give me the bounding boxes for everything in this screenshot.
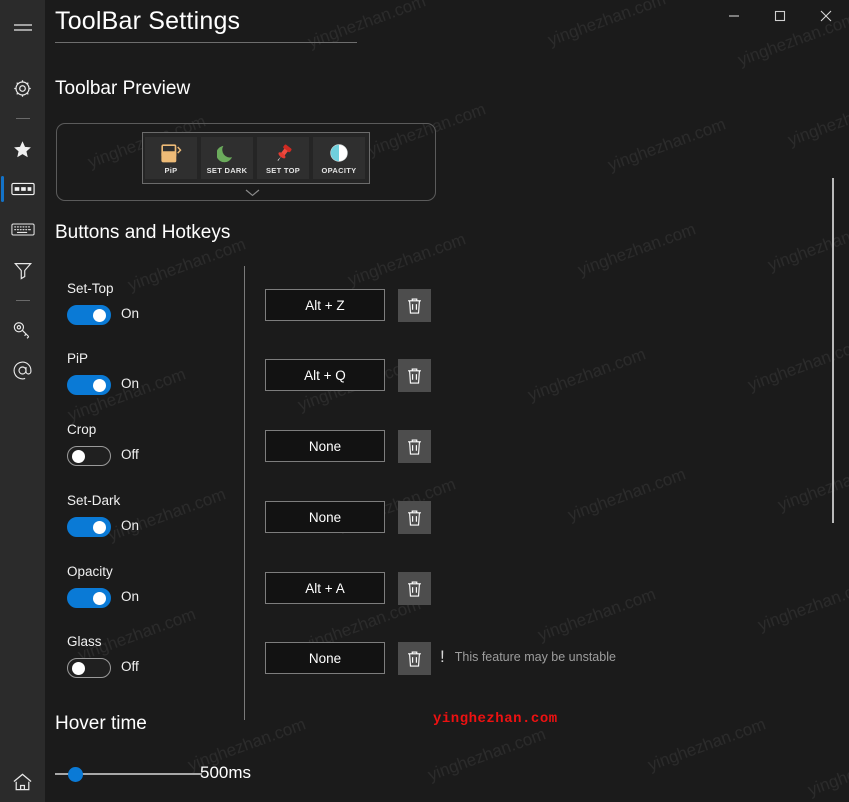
toggle-knob	[93, 309, 106, 322]
toggle-knob	[93, 379, 106, 392]
minimize-icon[interactable]	[711, 0, 757, 32]
sidebar-item-toolbar[interactable]	[0, 169, 45, 209]
hotkey-toggle[interactable]	[67, 517, 111, 537]
hotkey-button[interactable]: Alt + A	[265, 572, 385, 604]
watermark: yinghezhan.com	[805, 739, 849, 800]
preview-heading: Toolbar Preview	[55, 78, 191, 99]
hotkey-row-label: PiP	[67, 351, 89, 366]
warning-icon: !	[440, 647, 445, 666]
page-title: ToolBar Settings	[55, 7, 241, 35]
preview-button-label: SET TOP	[265, 166, 301, 175]
title-bar: ToolBar Settings	[45, 0, 849, 44]
filter-icon[interactable]	[0, 250, 45, 290]
hover-time-value: 500ms	[200, 763, 252, 782]
window-controls	[711, 0, 849, 32]
toggle-knob	[93, 592, 106, 605]
preview-button-set-top[interactable]: SET TOP	[257, 137, 309, 179]
delete-hotkey-button[interactable]	[398, 572, 431, 605]
hotkey-row-label: Set-Top	[67, 281, 114, 296]
hotkey-row-label: Crop	[67, 422, 97, 437]
toggle-knob	[72, 662, 85, 675]
preview-button-label: OPACITY	[321, 166, 357, 175]
close-icon[interactable]	[803, 0, 849, 32]
preview-button-label: SET DARK	[206, 166, 248, 175]
app-root: yinghezhan.com yinghezhan.com yinghezhan…	[0, 0, 849, 802]
hotkey-button[interactable]: Alt + Z	[265, 289, 385, 321]
main-content: yinghezhan.com yinghezhan.com yinghezhan…	[45, 0, 849, 802]
key-icon[interactable]	[0, 310, 45, 350]
preview-button-opacity[interactable]: OPACITY	[313, 137, 365, 179]
hotkey-toggle[interactable]	[67, 588, 111, 608]
delete-hotkey-button[interactable]	[398, 289, 431, 322]
watermark: yinghezhan.com	[775, 454, 849, 515]
hamburger-menu-icon[interactable]	[0, 8, 45, 48]
watermark: yinghezhan.com	[785, 89, 849, 150]
at-sign-icon[interactable]	[0, 350, 45, 390]
hotkey-button[interactable]: None	[265, 642, 385, 674]
sidebar-separator	[16, 300, 30, 301]
hotkey-row-label: Glass	[67, 634, 102, 649]
chevron-down-icon[interactable]	[245, 184, 260, 202]
watermark: yinghezhan.com	[425, 724, 549, 785]
watermark: yinghezhan.com	[645, 714, 769, 775]
maximize-icon[interactable]	[757, 0, 803, 32]
toggle-state-label: On	[121, 518, 140, 533]
delete-hotkey-button[interactable]	[398, 501, 431, 534]
pushpin-icon	[273, 141, 294, 165]
moon-icon	[217, 141, 237, 165]
hotkey-toggle[interactable]	[67, 305, 111, 325]
sidebar	[0, 0, 45, 802]
watermark: yinghezhan.com	[105, 484, 229, 545]
pip-window-icon	[160, 141, 182, 165]
hotkey-row-label: Opacity	[67, 564, 113, 579]
home-icon[interactable]	[0, 762, 45, 802]
hotkey-row-label: Set-Dark	[67, 493, 121, 508]
hotkey-button[interactable]: None	[265, 430, 385, 462]
watermark: yinghezhan.com	[565, 464, 689, 525]
unstable-warning: ! This feature may be unstable	[440, 647, 616, 667]
hotkeys-heading: Buttons and Hotkeys	[55, 222, 231, 243]
watermark: yinghezhan.com	[345, 229, 469, 290]
toggle-state-label: On	[121, 376, 140, 391]
watermark: yinghezhan.com	[535, 584, 659, 645]
hotkey-toggle[interactable]	[67, 446, 111, 466]
watermark: yinghezhan.com	[575, 219, 699, 280]
title-divider	[55, 42, 357, 43]
preview-button-label: PiP	[164, 166, 178, 175]
watermark: yinghezhan.com	[65, 364, 189, 425]
sidebar-separator	[16, 118, 30, 119]
delete-hotkey-button[interactable]	[398, 359, 431, 392]
delete-hotkey-button[interactable]	[398, 642, 431, 675]
hover-time-slider-thumb[interactable]	[68, 767, 84, 782]
watermark: yinghezhan.com	[605, 114, 729, 175]
toggle-knob	[72, 450, 85, 463]
toggle-state-label: On	[121, 306, 140, 321]
opacity-circle-icon	[329, 141, 349, 165]
preview-button-pip[interactable]: PiP	[145, 137, 197, 179]
toggle-state-label: On	[121, 589, 140, 604]
watermark: yinghezhan.com	[525, 344, 649, 405]
section-divider	[244, 266, 245, 720]
toggle-state-label: Off	[121, 659, 139, 674]
hotkey-button[interactable]: None	[265, 501, 385, 533]
star-icon[interactable]	[0, 129, 45, 169]
hover-time-heading: Hover time	[55, 713, 147, 734]
preview-button-set-dark[interactable]: SET DARK	[201, 137, 253, 179]
hotkey-button[interactable]: Alt + Q	[265, 359, 385, 391]
delete-hotkey-button[interactable]	[398, 430, 431, 463]
toolbar-preview-card: PiP SET DARK SET TOP OPACITY	[56, 123, 436, 201]
hotkey-toggle[interactable]	[67, 375, 111, 395]
vertical-scrollbar-thumb[interactable]	[832, 178, 834, 523]
gear-icon[interactable]	[0, 68, 45, 108]
watermark: yinghezhan.com	[755, 574, 849, 635]
watermark-accent: yinghezhan.com	[433, 711, 558, 727]
toggle-state-label: Off	[121, 447, 139, 462]
toggle-knob	[93, 521, 106, 534]
toolbar-preview[interactable]: PiP SET DARK SET TOP OPACITY	[142, 132, 370, 184]
keyboard-icon[interactable]	[0, 209, 45, 249]
unstable-warning-text: This feature may be unstable	[454, 650, 616, 664]
hotkey-toggle[interactable]	[67, 658, 111, 678]
watermark: yinghezhan.com	[765, 214, 849, 275]
